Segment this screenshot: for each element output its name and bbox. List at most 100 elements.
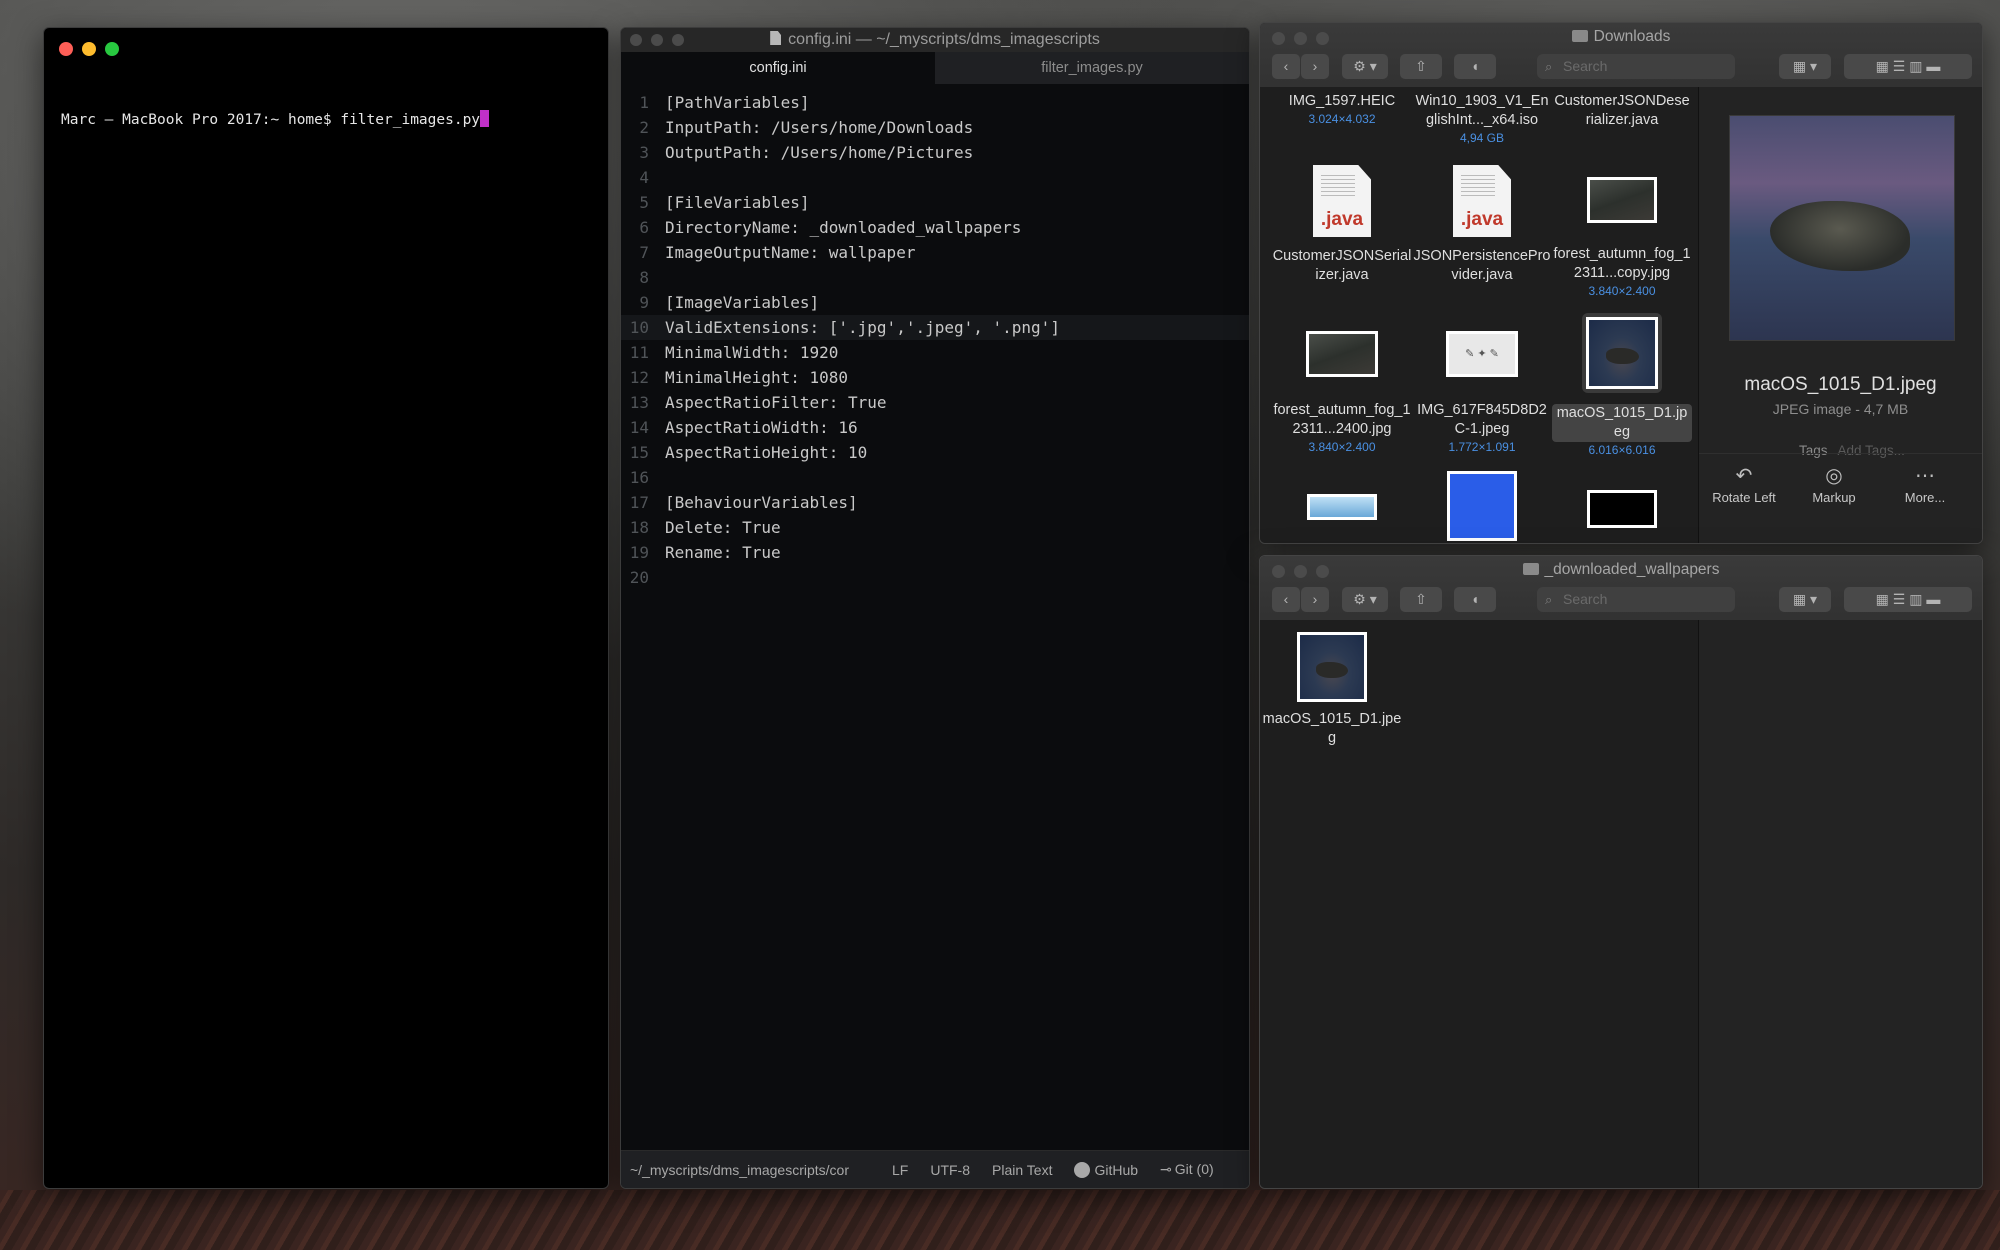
code-line[interactable]: 16 xyxy=(621,465,1249,490)
status-grammar[interactable]: Plain Text xyxy=(992,1162,1052,1178)
file-item[interactable]: CustomerJSONDeserializer.java xyxy=(1552,92,1692,130)
group-by-button[interactable]: ▦ ▾ xyxy=(1779,587,1831,612)
tag-icon: ◖ xyxy=(1470,591,1480,607)
group-by-button[interactable]: ▦ ▾ xyxy=(1779,54,1831,79)
view-icons: ▦ ☰ ▥ ▬ xyxy=(1875,58,1941,74)
finder-downloads-window[interactable]: Downloads ‹ › ⚙ ▾ ⇧ ◖ ⌕ Search ▦ ▾ ▦ ☰ ▥ … xyxy=(1259,22,1983,544)
file-item[interactable]: .java CustomerJSONSerializer.java xyxy=(1272,165,1412,285)
file-item[interactable] xyxy=(1412,471,1552,541)
git-label: Git (0) xyxy=(1174,1161,1214,1177)
finder-content: macOS_1015_D1.jpeg xyxy=(1260,620,1982,1188)
minimize-button[interactable] xyxy=(82,42,96,56)
rotate-left-button[interactable]: ↶ Rotate Left xyxy=(1699,466,1789,505)
file-name: CustomerJSONSerializer.java xyxy=(1272,248,1412,283)
code-line[interactable]: 15 AspectRatioHeight: 10 xyxy=(621,440,1249,465)
forward-button[interactable]: › xyxy=(1301,54,1329,79)
tag-button[interactable]: ◖ xyxy=(1454,54,1496,79)
share-button[interactable]: ⇧ xyxy=(1400,54,1442,79)
code-editor[interactable]: 1 [PathVariables] 2 InputPath: /Users/home/… xyxy=(621,90,1249,590)
code-line[interactable]: 6 DirectoryName: _downloaded_wallpapers xyxy=(621,215,1249,240)
search-field[interactable]: ⌕ Search xyxy=(1537,54,1735,79)
window-controls[interactable] xyxy=(59,42,119,56)
finder-title: _downloaded_wallpapers xyxy=(1260,561,1982,579)
tab-config-ini[interactable]: config.ini xyxy=(621,52,935,84)
line-number: 19 xyxy=(629,543,649,562)
finder-toolbar: ‹ › ⚙ ▾ ⇧ ◖ ⌕ Search ▦ ▾ ▦ ☰ ▥ ▬ xyxy=(1260,54,1982,86)
code-line[interactable]: 7 ImageOutputName: wallpaper xyxy=(621,240,1249,265)
code-line[interactable]: 2 InputPath: /Users/home/Downloads xyxy=(621,115,1249,140)
tab-filter-images[interactable]: filter_images.py xyxy=(935,52,1249,84)
line-number: 10 xyxy=(629,318,649,337)
status-file-path[interactable]: ~/_myscripts/dms_imagescripts/cor xyxy=(630,1162,870,1178)
more-button[interactable]: ⋯ More... xyxy=(1880,466,1970,505)
line-text: [BehaviourVariables] xyxy=(665,493,858,512)
terminal-prompt-line[interactable]: Marc — MacBook Pro 2017:~ home$ filter_i… xyxy=(61,110,490,128)
preview-pane: macOS_1015_D1.jpeg JPEG image - 4,7 MB T… xyxy=(1698,87,1982,543)
code-line[interactable]: 5 [FileVariables] xyxy=(621,190,1249,215)
file-item[interactable]: .java JSONPersistenceProvider.java xyxy=(1412,165,1552,285)
file-name: macOS_1015_D1.jpeg xyxy=(1262,711,1402,746)
status-line-ending[interactable]: LF xyxy=(892,1162,908,1178)
code-line[interactable]: 1 [PathVariables] xyxy=(621,90,1249,115)
code-line[interactable]: 3 OutputPath: /Users/home/Pictures xyxy=(621,140,1249,165)
code-line[interactable]: 19 Rename: True xyxy=(621,540,1249,565)
zoom-button[interactable] xyxy=(105,42,119,56)
file-item[interactable]: macOS_1015_D1.jpeg xyxy=(1262,632,1402,748)
file-item[interactable] xyxy=(1552,490,1692,528)
close-button[interactable] xyxy=(59,42,73,56)
code-line[interactable]: 14 AspectRatioWidth: 16 xyxy=(621,415,1249,440)
file-item[interactable]: forest_autumn_fog_12311...2400.jpg 3.840… xyxy=(1272,331,1412,454)
action-gear-button[interactable]: ⚙ ▾ xyxy=(1342,587,1388,612)
file-item[interactable]: forest_autumn_fog_12311...copy.jpg 3.840… xyxy=(1552,177,1692,298)
file-item[interactable]: IMG_1597.HEIC 3.024×4.032 xyxy=(1272,92,1412,126)
preview-filename: macOS_1015_D1.jpeg xyxy=(1744,374,1937,395)
file-dimensions: 3.840×2.400 xyxy=(1588,284,1656,298)
share-icon: ⇧ xyxy=(1415,58,1427,74)
code-line[interactable]: 10 ValidExtensions: ['.jpg','.jpeg', '.pn… xyxy=(621,315,1249,340)
file-item[interactable]: ✎ ✦ ✎ IMG_617F845D8D2C-1.jpeg 1.772×1.09… xyxy=(1412,331,1552,454)
finder-wallpapers-window[interactable]: _downloaded_wallpapers ‹ › ⚙ ▾ ⇧ ◖ ⌕ Sear… xyxy=(1259,555,1983,1189)
code-line[interactable]: 11 MinimalWidth: 1920 xyxy=(621,340,1249,365)
zoom-button[interactable] xyxy=(672,34,684,46)
image-thumbnail xyxy=(1307,494,1377,520)
code-line[interactable]: 12 MinimalHeight: 1080 xyxy=(621,365,1249,390)
tag-button[interactable]: ◖ xyxy=(1454,587,1496,612)
share-button[interactable]: ⇧ xyxy=(1400,587,1442,612)
markup-button[interactable]: ◎ Markup xyxy=(1789,466,1879,505)
code-line[interactable]: 8 xyxy=(621,265,1249,290)
finder-title-text: _downloaded_wallpapers xyxy=(1544,561,1720,578)
search-field[interactable]: ⌕ Search xyxy=(1537,587,1735,612)
view-mode-segmented[interactable]: ▦ ☰ ▥ ▬ xyxy=(1844,587,1972,612)
file-item-selected[interactable]: macOS_1015_D1.jpeg 6.016×6.016 xyxy=(1552,313,1692,457)
code-line[interactable]: 13 AspectRatioFilter: True xyxy=(621,390,1249,415)
preview-actions: ↶ Rotate Left ◎ Markup ⋯ More... xyxy=(1699,453,1982,513)
editor-window[interactable]: config.ini — ~/_myscripts/dms_imagescrip… xyxy=(620,27,1250,1189)
file-dimensions: 3.024×4.032 xyxy=(1308,112,1376,126)
forward-button[interactable]: › xyxy=(1301,587,1329,612)
status-encoding[interactable]: UTF-8 xyxy=(930,1162,970,1178)
close-button[interactable] xyxy=(630,34,642,46)
code-line[interactable]: 4 xyxy=(621,165,1249,190)
finder-title: Downloads xyxy=(1260,28,1982,46)
terminal-window[interactable]: Marc — MacBook Pro 2017:~ home$ filter_i… xyxy=(43,27,609,1189)
file-name: forest_autumn_fog_12311...copy.jpg xyxy=(1553,246,1691,281)
line-number: 9 xyxy=(639,293,649,312)
back-button[interactable]: ‹ xyxy=(1272,587,1300,612)
back-button[interactable]: ‹ xyxy=(1272,54,1300,79)
action-gear-button[interactable]: ⚙ ▾ xyxy=(1342,54,1388,79)
file-dimensions: 3.840×2.400 xyxy=(1308,440,1376,454)
code-line[interactable]: 17 [BehaviourVariables] xyxy=(621,490,1249,515)
code-line[interactable]: 18 Delete: True xyxy=(621,515,1249,540)
view-icons: ▦ ☰ ▥ ▬ xyxy=(1875,591,1941,607)
window-controls[interactable] xyxy=(630,34,684,46)
view-mode-segmented[interactable]: ▦ ☰ ▥ ▬ xyxy=(1844,54,1972,79)
file-item[interactable]: Win10_1903_V1_EnglishInt..._x64.iso 4,94 … xyxy=(1412,92,1552,145)
status-github[interactable]: GitHub xyxy=(1074,1161,1138,1178)
code-line[interactable]: 20 xyxy=(621,565,1249,590)
preview-pane xyxy=(1698,620,1982,1188)
markup-icon: ◎ xyxy=(1825,465,1843,487)
file-item[interactable] xyxy=(1272,494,1412,520)
minimize-button[interactable] xyxy=(651,34,663,46)
code-line[interactable]: 9 [ImageVariables] xyxy=(621,290,1249,315)
status-git[interactable]: ⊸ Git (0) xyxy=(1160,1161,1214,1178)
